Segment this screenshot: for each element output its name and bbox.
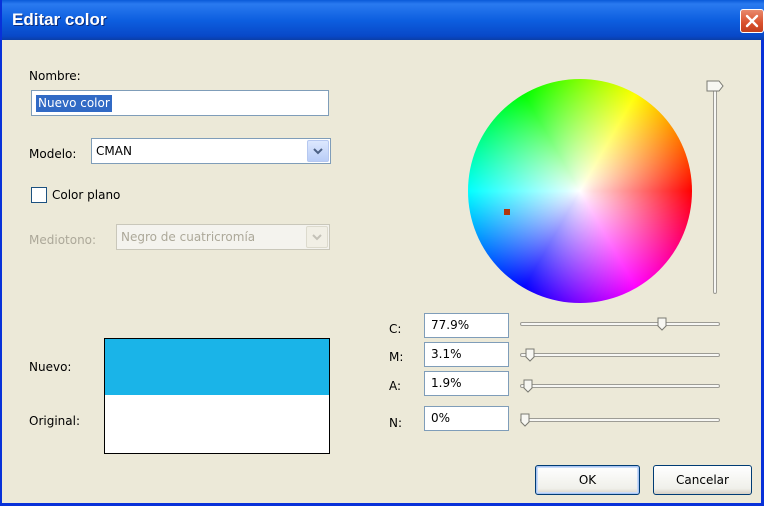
- yellow-slider-thumb[interactable]: [523, 379, 533, 393]
- chevron-down-icon: [313, 148, 323, 155]
- close-button[interactable]: [740, 9, 764, 33]
- halftone-select-value: Negro de cuatricromía: [121, 230, 256, 244]
- name-input-value: Nuevo color: [36, 95, 112, 112]
- model-label: Modelo:: [29, 147, 77, 161]
- color-wheel-marker[interactable]: [504, 209, 510, 215]
- cyan-input[interactable]: 77.9%: [424, 313, 509, 338]
- brightness-slider-thumb[interactable]: [706, 80, 724, 92]
- spot-color-label[interactable]: Color plano: [52, 188, 120, 202]
- magenta-slider[interactable]: [520, 353, 720, 357]
- yellow-input[interactable]: 1.9%: [424, 371, 509, 396]
- title-bar[interactable]: Editar color: [2, 0, 764, 40]
- original-color-swatch[interactable]: [105, 395, 329, 453]
- name-label: Nombre:: [29, 69, 81, 83]
- magenta-slider-thumb[interactable]: [525, 348, 535, 362]
- magenta-input[interactable]: 3.1%: [424, 342, 509, 367]
- model-dropdown-button[interactable]: [307, 140, 329, 162]
- model-select-value: CMAN: [96, 144, 132, 158]
- dialog-title: Editar color: [12, 10, 107, 29]
- halftone-dropdown-button[interactable]: [306, 226, 328, 248]
- close-icon: [745, 14, 759, 28]
- new-color-label: Nuevo:: [29, 360, 72, 374]
- channel-label-c: C:: [389, 322, 402, 336]
- brightness-slider[interactable]: [713, 88, 717, 294]
- cancel-button[interactable]: Cancelar: [653, 465, 752, 495]
- new-color-swatch: [105, 339, 329, 395]
- yellow-slider[interactable]: [520, 384, 720, 388]
- black-slider[interactable]: [520, 418, 720, 422]
- original-color-label: Original:: [29, 414, 80, 428]
- halftone-select[interactable]: Negro de cuatricromía: [116, 224, 330, 250]
- color-preview: [104, 338, 330, 454]
- black-input[interactable]: 0%: [424, 406, 509, 431]
- chevron-down-icon: [312, 234, 322, 241]
- channel-label-m: M:: [389, 350, 404, 364]
- color-wheel[interactable]: [468, 79, 692, 303]
- edit-color-dialog: Editar color Nombre: Nuevo color Modelo:…: [0, 0, 764, 506]
- name-input[interactable]: Nuevo color: [31, 90, 329, 116]
- ok-button[interactable]: OK: [535, 465, 640, 495]
- cyan-slider-thumb[interactable]: [657, 317, 667, 331]
- halftone-label: Mediotono:: [29, 233, 97, 247]
- black-slider-thumb[interactable]: [520, 413, 530, 427]
- model-select[interactable]: CMAN: [91, 138, 331, 164]
- cyan-slider[interactable]: [520, 322, 720, 326]
- spot-color-checkbox[interactable]: [31, 187, 47, 203]
- channel-label-n: N:: [389, 416, 403, 430]
- channel-label-a: A:: [389, 379, 402, 393]
